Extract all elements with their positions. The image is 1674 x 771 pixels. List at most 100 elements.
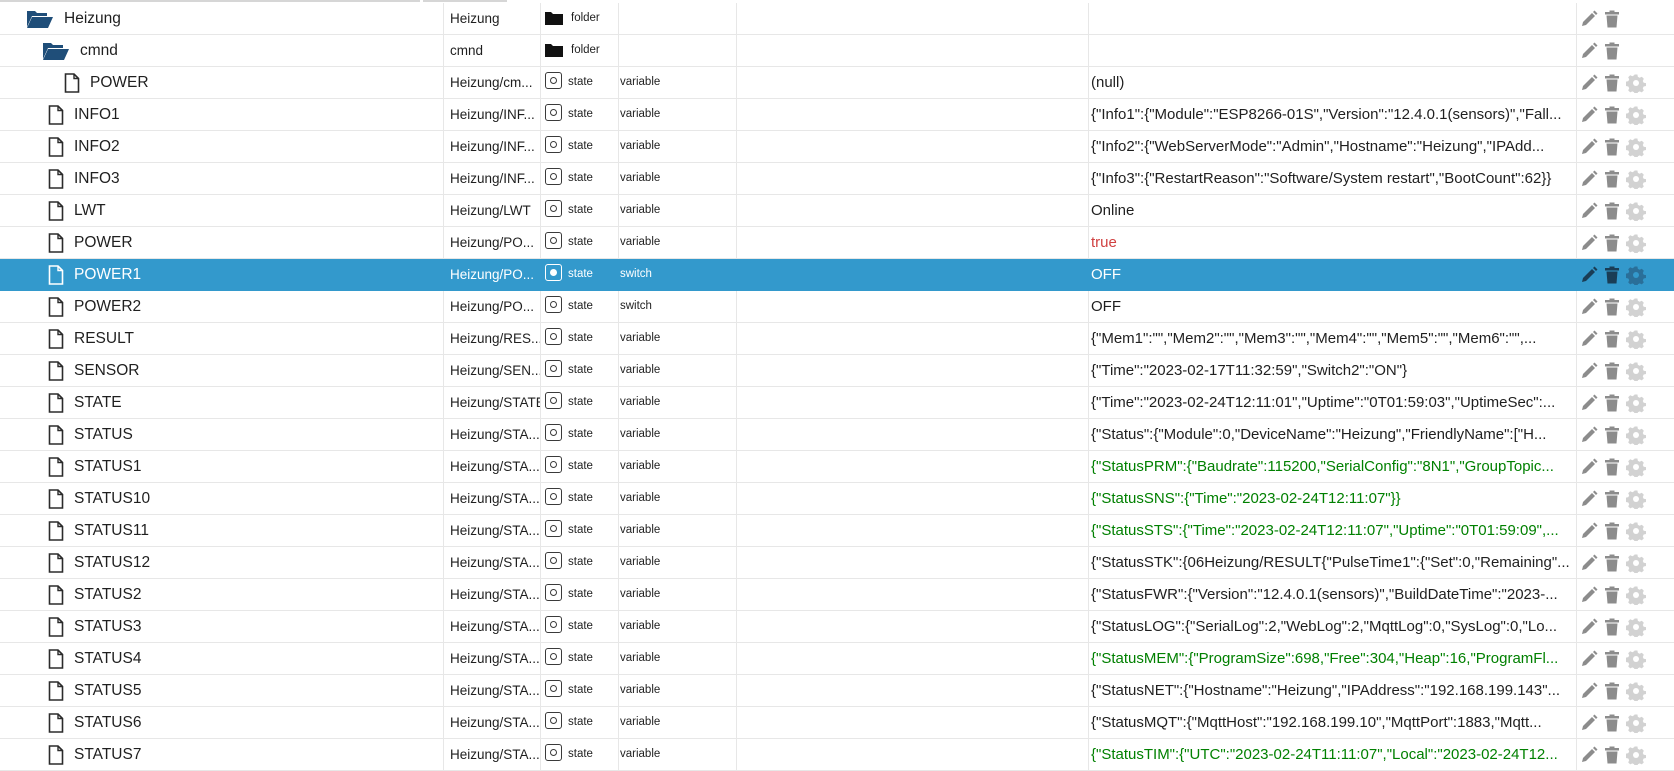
pencil-icon[interactable] bbox=[1579, 425, 1599, 445]
gear-icon[interactable] bbox=[1626, 681, 1646, 701]
gear-icon[interactable] bbox=[1626, 201, 1646, 221]
pencil-icon[interactable] bbox=[1579, 297, 1599, 317]
file-icon[interactable] bbox=[48, 360, 64, 381]
gear-icon[interactable] bbox=[1626, 617, 1646, 637]
tree-row[interactable]: LWT Heizung/LWT state variable Online bbox=[0, 195, 1674, 227]
tree-row[interactable]: POWER Heizung/PO... state variable true bbox=[0, 227, 1674, 259]
gear-icon[interactable] bbox=[1626, 329, 1646, 349]
value-cell[interactable]: {"Time":"2023-02-24T12:11:01","Uptime":"… bbox=[1089, 387, 1577, 418]
tree-row[interactable]: STATUS11 Heizung/STA... state variable {"Sta… bbox=[0, 515, 1674, 547]
pencil-icon[interactable] bbox=[1579, 457, 1599, 477]
gear-icon[interactable] bbox=[1626, 489, 1646, 509]
file-icon[interactable] bbox=[48, 264, 64, 285]
value-cell[interactable]: Online bbox=[1089, 195, 1577, 226]
trash-icon[interactable] bbox=[1602, 137, 1622, 157]
trash-icon[interactable] bbox=[1602, 585, 1622, 605]
file-icon[interactable] bbox=[48, 648, 64, 669]
trash-icon[interactable] bbox=[1602, 745, 1622, 765]
gear-icon[interactable] bbox=[1626, 553, 1646, 573]
value-cell[interactable]: true bbox=[1089, 227, 1577, 258]
file-icon[interactable] bbox=[48, 744, 64, 765]
value-cell[interactable]: {"StatusLOG":{"SerialLog":2,"WebLog":2,"… bbox=[1089, 611, 1577, 642]
tree-row[interactable]: STATUS12 Heizung/STA... state variable {"Sta… bbox=[0, 547, 1674, 579]
file-icon[interactable] bbox=[48, 552, 64, 573]
gear-icon[interactable] bbox=[1626, 393, 1646, 413]
folder-open-icon[interactable] bbox=[42, 41, 70, 61]
tree-row[interactable]: STATUS4 Heizung/STA... state variable {"Stat… bbox=[0, 643, 1674, 675]
pencil-icon[interactable] bbox=[1579, 361, 1599, 381]
value-cell[interactable]: {"Info2":{"WebServerMode":"Admin","Hostn… bbox=[1089, 131, 1577, 162]
file-icon[interactable] bbox=[48, 200, 64, 221]
value-cell[interactable]: {"StatusMEM":{"ProgramSize":698,"Free":3… bbox=[1089, 643, 1577, 674]
file-icon[interactable] bbox=[48, 168, 64, 189]
file-icon[interactable] bbox=[48, 584, 64, 605]
trash-icon[interactable] bbox=[1602, 233, 1622, 253]
gear-icon[interactable] bbox=[1626, 361, 1646, 381]
gear-icon[interactable] bbox=[1626, 521, 1646, 541]
tree-row[interactable]: SENSOR Heizung/SEN... state variable {"Time"… bbox=[0, 355, 1674, 387]
trash-icon[interactable] bbox=[1602, 169, 1622, 189]
trash-icon[interactable] bbox=[1602, 681, 1622, 701]
file-icon[interactable] bbox=[48, 392, 64, 413]
pencil-icon[interactable] bbox=[1579, 265, 1599, 285]
value-cell[interactable]: {"StatusSNS":{"Time":"2023-02-24T12:11:0… bbox=[1089, 483, 1577, 514]
tree-row[interactable]: STATUS6 Heizung/STA... state variable {"Stat… bbox=[0, 707, 1674, 739]
tree-row[interactable]: INFO3 Heizung/INF... state variable {"Info3"… bbox=[0, 163, 1674, 195]
file-icon[interactable] bbox=[48, 488, 64, 509]
file-icon[interactable] bbox=[48, 680, 64, 701]
trash-icon[interactable] bbox=[1602, 105, 1622, 125]
tree-row[interactable]: INFO1 Heizung/INF... state variable {"Info1"… bbox=[0, 99, 1674, 131]
trash-icon[interactable] bbox=[1602, 457, 1622, 477]
file-icon[interactable] bbox=[48, 232, 64, 253]
value-cell[interactable]: {"StatusSTS":{"Time":"2023-02-24T12:11:0… bbox=[1089, 515, 1577, 546]
pencil-icon[interactable] bbox=[1579, 393, 1599, 413]
file-icon[interactable] bbox=[48, 520, 64, 541]
value-cell[interactable]: {"Info1":{"Module":"ESP8266-01S","Versio… bbox=[1089, 99, 1577, 130]
tree-row[interactable]: STATUS Heizung/STA... state variable {"Statu… bbox=[0, 419, 1674, 451]
value-cell[interactable]: {"StatusTIM":{"UTC":"2023-02-24T11:11:07… bbox=[1089, 739, 1577, 770]
trash-icon[interactable] bbox=[1602, 425, 1622, 445]
trash-icon[interactable] bbox=[1602, 329, 1622, 349]
gear-icon[interactable] bbox=[1626, 169, 1646, 189]
pencil-icon[interactable] bbox=[1579, 329, 1599, 349]
gear-icon[interactable] bbox=[1626, 137, 1646, 157]
file-icon[interactable] bbox=[48, 328, 64, 349]
trash-icon[interactable] bbox=[1602, 649, 1622, 669]
gear-icon[interactable] bbox=[1626, 105, 1646, 125]
file-icon[interactable] bbox=[48, 104, 64, 125]
gear-icon[interactable] bbox=[1626, 585, 1646, 605]
pencil-icon[interactable] bbox=[1579, 713, 1599, 733]
pencil-icon[interactable] bbox=[1579, 681, 1599, 701]
pencil-icon[interactable] bbox=[1579, 617, 1599, 637]
trash-icon[interactable] bbox=[1602, 393, 1622, 413]
tree-row[interactable]: STATUS10 Heizung/STA... state variable {"Sta… bbox=[0, 483, 1674, 515]
pencil-icon[interactable] bbox=[1579, 521, 1599, 541]
tree-row[interactable]: INFO2 Heizung/INF... state variable {"Info2"… bbox=[0, 131, 1674, 163]
pencil-icon[interactable] bbox=[1579, 489, 1599, 509]
trash-icon[interactable] bbox=[1602, 201, 1622, 221]
trash-icon[interactable] bbox=[1602, 265, 1622, 285]
folder-open-icon[interactable] bbox=[26, 9, 54, 29]
value-cell[interactable]: {"StatusNET":{"Hostname":"Heizung","IPAd… bbox=[1089, 675, 1577, 706]
pencil-icon[interactable] bbox=[1579, 585, 1599, 605]
value-cell[interactable]: OFF bbox=[1089, 291, 1577, 322]
gear-icon[interactable] bbox=[1626, 73, 1646, 93]
trash-icon[interactable] bbox=[1602, 713, 1622, 733]
value-cell[interactable]: {"Mem1":"","Mem2":"","Mem3":"","Mem4":""… bbox=[1089, 323, 1577, 354]
value-cell[interactable]: {"Time":"2023-02-17T11:32:59","Switch2":… bbox=[1089, 355, 1577, 386]
pencil-icon[interactable] bbox=[1579, 745, 1599, 765]
tree-row[interactable]: STATUS3 Heizung/STA... state variable {"Stat… bbox=[0, 611, 1674, 643]
gear-icon[interactable] bbox=[1626, 457, 1646, 477]
gear-icon[interactable] bbox=[1626, 265, 1646, 285]
pencil-icon[interactable] bbox=[1579, 649, 1599, 669]
file-icon[interactable] bbox=[48, 424, 64, 445]
value-cell[interactable]: {"StatusSTK":{06Heizung/RESULT{"PulseTim… bbox=[1089, 547, 1577, 578]
tree-row[interactable]: Heizung Heizung folder bbox=[0, 3, 1674, 35]
gear-icon[interactable] bbox=[1626, 649, 1646, 669]
trash-icon[interactable] bbox=[1602, 361, 1622, 381]
value-cell[interactable]: {"StatusPRM":{"Baudrate":115200,"SerialC… bbox=[1089, 451, 1577, 482]
file-icon[interactable] bbox=[64, 72, 80, 93]
value-cell[interactable]: (null) bbox=[1089, 67, 1577, 98]
trash-icon[interactable] bbox=[1602, 489, 1622, 509]
pencil-icon[interactable] bbox=[1579, 137, 1599, 157]
